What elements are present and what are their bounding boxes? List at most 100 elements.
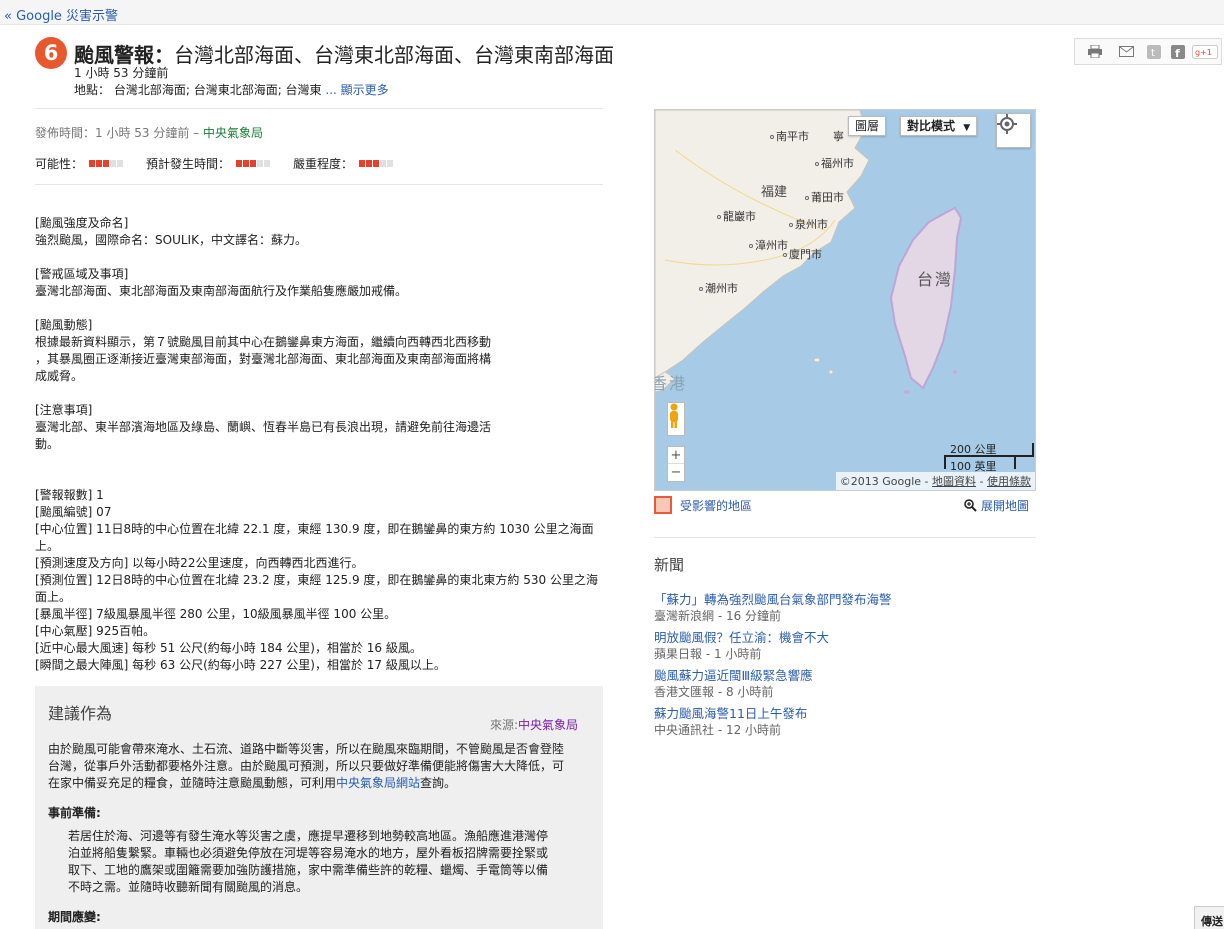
city-dot-icon <box>805 196 809 200</box>
news-source: 蘋果日報 - 1 小時前 <box>654 647 762 661</box>
meter-segment <box>236 160 243 167</box>
map-legend: 受影響的地區 <box>654 496 752 514</box>
meter-segment <box>250 160 257 167</box>
meter-segment <box>359 160 366 167</box>
section-typhoon-movement: [颱風動態] 根據最新資料顯示，第７號颱風目前其中心在鵝鑾鼻東方海面，繼續向西轉… <box>35 318 492 383</box>
meter-segment <box>96 160 103 167</box>
typhoon-alert-icon: 6 <box>35 37 67 69</box>
island <box>828 369 834 375</box>
svg-text:g+1: g+1 <box>1195 48 1212 57</box>
expand-map-link[interactable]: 展開地圖 <box>964 497 1029 514</box>
news-link[interactable]: 「蘇力」轉為強烈颱風台氣象部門發布海警 <box>654 591 1034 608</box>
news-item: 颱風蘇力逼近閩Ⅲ級緊急響應 香港文匯報 - 8 小時前 <box>654 667 1034 705</box>
street-view-pegman-icon[interactable] <box>667 402 685 436</box>
news-link[interactable]: 颱風蘇力逼近閩Ⅲ級緊急響應 <box>654 667 1034 684</box>
published-info: 發佈時間：1 小時 53 分鐘前 – 中央氣象局 <box>35 124 263 141</box>
meter-segment <box>264 160 271 167</box>
contrast-mode-dropdown[interactable]: 對比模式 ▼ <box>900 116 978 136</box>
island <box>813 357 821 363</box>
recommendations-source: 來源:中央氣象局 <box>490 716 578 733</box>
source-link[interactable]: 中央氣象局 <box>203 126 263 140</box>
copyright-text: ©2013 Google - <box>839 475 933 488</box>
news-source: 香港文匯報 - 8 小時前 <box>654 685 774 699</box>
meter-label: 預計發生時間： <box>146 157 231 171</box>
map-label-longyan: 龍巖市 <box>717 208 756 224</box>
divider <box>35 184 603 185</box>
meter-segment <box>366 160 373 167</box>
meter-item: 嚴重程度： <box>293 155 394 172</box>
detail-typhoon-number: [颱風編號] 07 <box>35 505 112 519</box>
detail-forecast-speed: [預測速度及方向] 以每小時22公里速度，向西轉西北西進行。 <box>35 556 364 570</box>
map-copyright: ©2013 Google - 地圖資料 - 使用條款 <box>835 472 1035 490</box>
detail-warning-count: [警報報數] 1 <box>35 488 104 502</box>
before-heading: 事前準備: <box>48 806 101 820</box>
city-dot-icon <box>749 244 753 248</box>
detail-storm-radius: [暴風半徑] 7級風暴風半徑 280 公里，10級風暴風半徑 100 公里。 <box>35 607 397 621</box>
recommendations-source-link[interactable]: 中央氣象局 <box>518 718 578 732</box>
crosshair-icon <box>997 114 1017 134</box>
news-item: 「蘇力」轉為強烈颱風台氣象部門發布海警 臺灣新浪網 - 16 分鐘前 <box>654 591 1034 629</box>
city-dot-icon <box>789 223 793 227</box>
email-icon[interactable] <box>1115 41 1137 63</box>
svg-text:f: f <box>1175 47 1180 59</box>
zoom-out-button[interactable]: − <box>671 465 682 480</box>
section-warning-area: [警戒區域及事項] 臺灣北部海面、東北部海面及東南部海面航行及作業船隻應嚴加戒備… <box>35 267 408 298</box>
meter-label: 可能性： <box>35 157 84 171</box>
map-label-xiamen: 廈門市 <box>783 246 822 262</box>
published-time: 發佈時間：1 小時 53 分鐘前 – <box>35 126 203 140</box>
alert-description: [颱風強度及命名] 強烈颱風，國際命名：SOULIK，中文譯名：蘇力。 [警戒區… <box>35 215 603 470</box>
alert-areas: 台灣北部海面、台灣東北部海面、台灣東南部海面 <box>174 43 614 67</box>
city-dot-icon <box>770 135 774 139</box>
detail-forecast-position: [預測位置] 12日8時的中心位置在北緯 23.2 度，東經 125.9 度，即… <box>35 573 598 604</box>
layers-button[interactable]: 圖層 <box>848 116 887 136</box>
alert-map[interactable]: 圖層 對比模式 ▼ 南平市 寧 福州市 福建 莆田市 龍巖市 泉州市 漳州市 廈… <box>654 109 1036 491</box>
news-source: 中央通訊社 - 12 小時前 <box>654 723 782 737</box>
recommendations-panel: 建議作為 來源:中央氣象局 由於颱風可能會帶來淹水、土石流、道路中斷等災害，所以… <box>35 686 603 929</box>
map-data-link[interactable]: 地圖資料 <box>932 475 976 488</box>
print-icon[interactable] <box>1084 41 1106 63</box>
contrast-mode-label: 對比模式 <box>907 119 956 133</box>
meter-segment <box>89 160 96 167</box>
map-label-chaozhou: 潮州市 <box>699 280 738 296</box>
send-feedback-tab[interactable]: 傳送 <box>1194 906 1224 929</box>
expand-map-label: 展開地圖 <box>981 499 1030 513</box>
news-heading: 新聞 <box>654 556 685 574</box>
google-plus-icon[interactable]: g+1 <box>1191 41 1219 63</box>
meter-segment <box>243 160 250 167</box>
map-label-taiwan: 台灣 <box>917 270 954 289</box>
news-link[interactable]: 蘇力颱風海警11日上午發布 <box>654 705 1034 722</box>
top-bar: « Google 災害示警 <box>0 0 1224 25</box>
alert-time-ago: 1 小時 53 分鐘前 <box>74 66 169 80</box>
show-more-link[interactable]: ... 顯示更多 <box>322 83 388 97</box>
affected-area-swatch <box>654 496 672 514</box>
map-label-ningde: 寧 <box>833 130 844 143</box>
city-dot-icon <box>815 162 819 166</box>
meter-segment <box>257 160 264 167</box>
cwa-website-link[interactable]: 中央氣象局網站 <box>336 776 420 790</box>
alert-meters: 可能性： 預計發生時間： 嚴重程度： <box>35 155 416 172</box>
twitter-icon[interactable]: t <box>1143 41 1165 63</box>
legend-label: 受影響的地區 <box>680 498 753 513</box>
meter-level-bar <box>236 160 271 167</box>
news-list: 「蘇力」轉為強烈颱風台氣象部門發布海警 臺灣新浪網 - 16 分鐘前 明放颱風假… <box>654 591 1034 743</box>
share-toolbar: t f g+1 <box>1074 38 1222 65</box>
city-dot-icon <box>699 287 703 291</box>
meter-segment <box>373 160 380 167</box>
news-link[interactable]: 明放颱風假？任立渝：機會不大 <box>654 629 1034 646</box>
alert-details: [警報報數] 1 [颱風編號] 07 [中心位置] 11日8時的中心位置在北緯 … <box>35 487 603 674</box>
map-scale: 200 公里 100 英里 <box>944 441 1034 473</box>
map-label-fuzhou: 福州市 <box>815 155 854 171</box>
terms-link[interactable]: 使用條款 <box>987 475 1031 488</box>
section-typhoon-name: [颱風強度及命名] 強烈颱風，國際命名：SOULIK，中文譯名：蘇力。 <box>35 216 307 247</box>
meter-segment <box>380 160 387 167</box>
zoom-in-button[interactable]: + <box>668 447 684 464</box>
source-prefix: 來源: <box>489 718 518 732</box>
facebook-icon[interactable]: f <box>1167 41 1189 63</box>
detail-max-gust: [瞬間之最大陣風] 每秒 63 公尺(約每小時 227 公里)，相當於 17 級… <box>35 658 446 672</box>
locations-label: 地點： <box>74 83 111 97</box>
back-to-alerts-link[interactable]: « Google 災害示警 <box>4 5 118 24</box>
island <box>953 370 957 374</box>
my-location-button[interactable] <box>996 113 1031 148</box>
divider <box>35 108 603 109</box>
affected-area <box>891 208 961 388</box>
